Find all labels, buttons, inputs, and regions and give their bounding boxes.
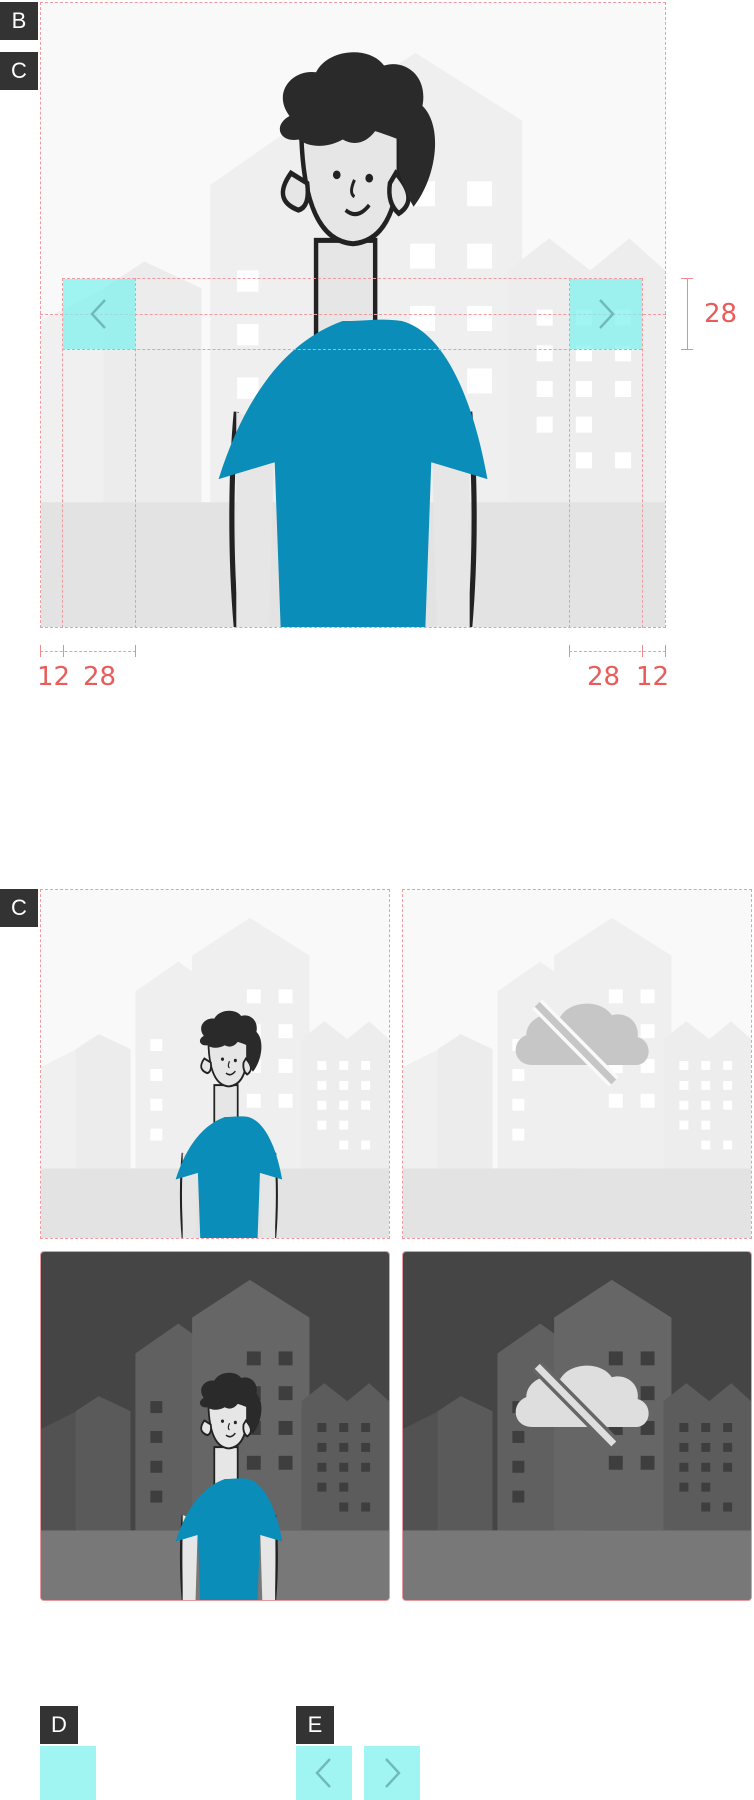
prev-button-sample[interactable] xyxy=(296,1746,352,1800)
dimension-tick xyxy=(642,645,643,657)
touch-area-sample xyxy=(40,1746,96,1800)
dimension-line-left xyxy=(40,651,136,652)
chevron-left-icon xyxy=(311,1755,337,1791)
carousel-illustration-dark xyxy=(41,1252,389,1600)
dimension-line-right xyxy=(569,651,666,652)
dimension-tick xyxy=(665,645,666,657)
section-label-c-bottom: C xyxy=(0,889,38,927)
chevron-right-icon xyxy=(379,1755,405,1791)
dimension-tick xyxy=(569,645,570,657)
guide-right-margin xyxy=(642,278,643,628)
prev-button[interactable] xyxy=(63,279,135,349)
guide-left-button-edge xyxy=(135,278,136,628)
image-dark-error xyxy=(402,1251,752,1601)
image-light-error xyxy=(402,889,752,1239)
image-dark-loaded xyxy=(40,1251,390,1601)
guide-button-top xyxy=(62,278,642,279)
dimension-tick xyxy=(63,645,64,657)
dimension-bracket-bottom xyxy=(681,349,693,350)
dimension-left-button: 28 xyxy=(83,662,117,692)
guide-button-bottom xyxy=(62,349,642,350)
section-label-b: B xyxy=(0,2,38,40)
dimension-left-margin: 12 xyxy=(37,662,71,692)
dimension-right-margin: 12 xyxy=(636,662,670,692)
broken-image-light xyxy=(403,890,751,1238)
dimension-button-height: 28 xyxy=(704,299,738,329)
section-label-d: D xyxy=(40,1706,78,1744)
dimension-tick xyxy=(135,645,136,657)
chevron-left-icon xyxy=(86,296,112,332)
dimension-right-button: 28 xyxy=(587,662,621,692)
broken-image-dark xyxy=(403,1252,751,1600)
section-label-e: E xyxy=(296,1706,334,1744)
carousel-illustration-small xyxy=(41,890,389,1238)
image-light-loaded xyxy=(40,889,390,1239)
next-button-sample[interactable] xyxy=(364,1746,420,1800)
next-button[interactable] xyxy=(570,279,642,349)
section-label-c-top: C xyxy=(0,52,38,90)
dimension-bracket-line xyxy=(687,278,688,350)
dimension-tick xyxy=(40,645,41,657)
chevron-right-icon xyxy=(593,296,619,332)
